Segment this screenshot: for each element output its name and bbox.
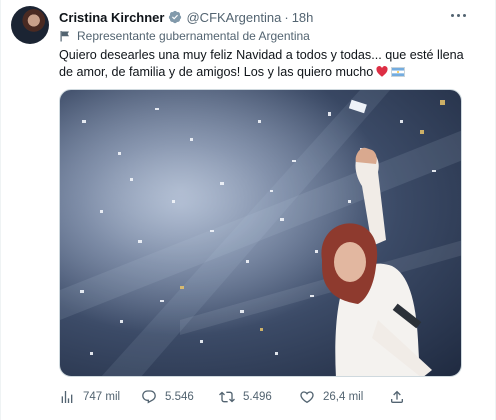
red-heart-emoji-icon [376,66,388,77]
like-button[interactable]: 26,4 mil [299,387,363,407]
photo-scene [60,90,461,376]
reply-icon [142,390,156,404]
views-count: 747 mil [83,391,121,403]
tweet-timestamp[interactable]: 18h [292,10,314,25]
retweet-count: 5.496 [243,391,272,403]
tweet-text: Quiero desearles una muy feliz Navidad a… [59,47,479,81]
tweet-header: Cristina Kirchner @CFKArgentina · 18h [59,8,455,26]
views-chart-icon [61,391,73,403]
tweet-card[interactable]: Cristina Kirchner @CFKArgentina · 18h Re… [0,0,496,420]
government-flag-icon [60,31,69,42]
retweet-icon [219,391,235,403]
heart-icon [300,391,314,404]
separator-dot: · [284,9,289,25]
reply-count: 5.546 [165,391,194,403]
share-icon [391,390,403,403]
views-button[interactable]: 747 mil [59,387,120,407]
argentina-flag-emoji-icon [391,67,406,77]
author-handle[interactable]: @CFKArgentina [186,10,281,25]
verified-badge-icon [169,10,182,24]
reply-button[interactable]: 5.546 [141,387,194,407]
government-label: Representante gubernamental de Argentina [59,28,310,44]
tweet-media-photo[interactable] [59,89,462,377]
more-options-icon[interactable] [449,8,467,22]
author-name[interactable]: Cristina Kirchner [59,10,164,25]
like-count: 26,4 mil [323,391,364,403]
retweet-button[interactable]: 5.496 [219,387,272,407]
share-button[interactable] [389,387,413,407]
tweet-actions: 747 mil 5.546 5.496 26,4 mil [59,387,479,407]
avatar[interactable] [11,6,49,44]
government-label-text: Representante gubernamental de Argentina [77,29,310,43]
